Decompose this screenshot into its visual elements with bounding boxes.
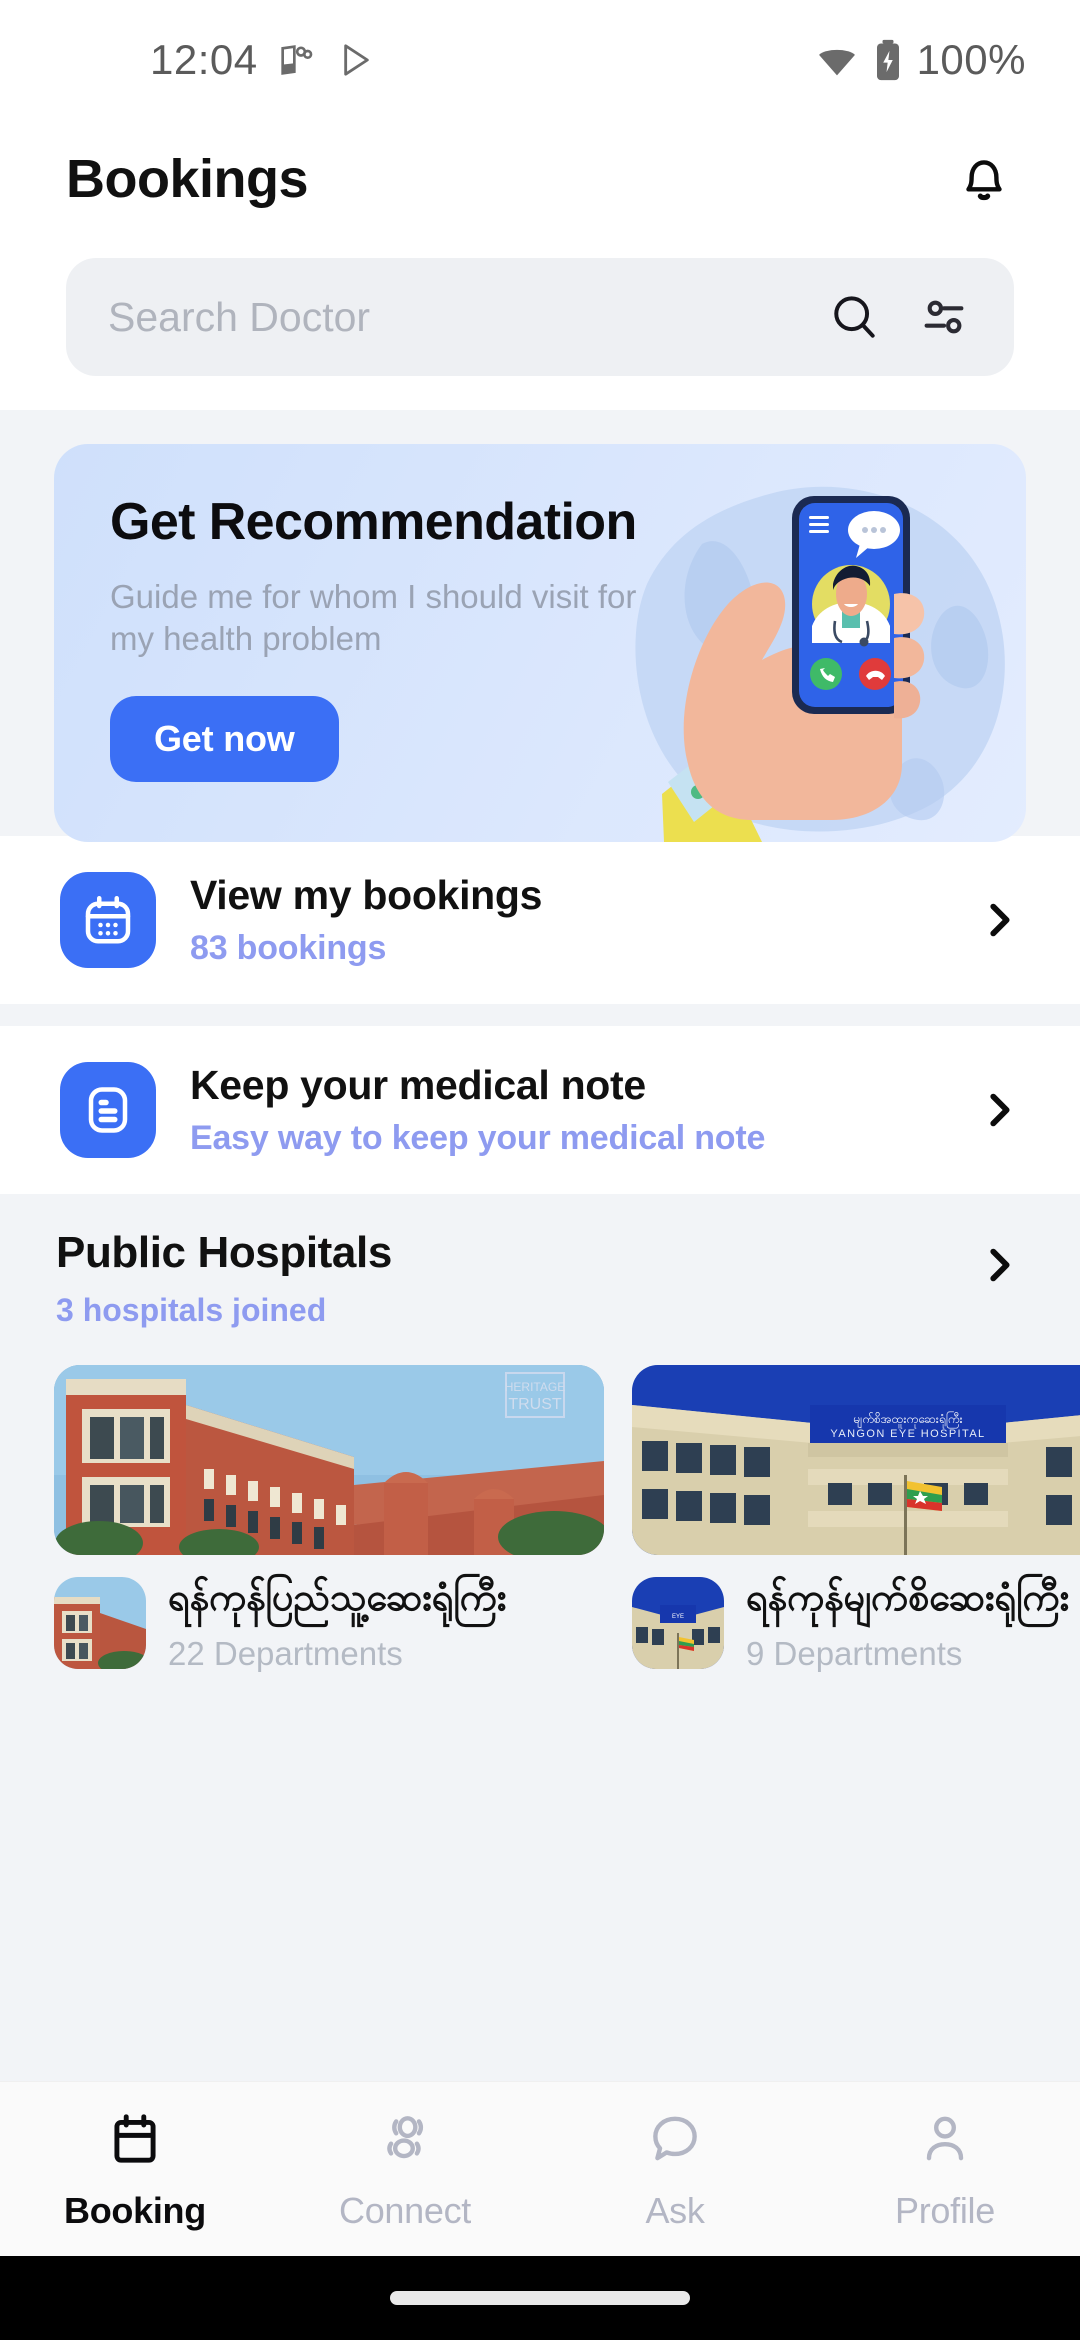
document-note-icon (60, 1062, 156, 1158)
banner-title: Get Recommendation (110, 493, 637, 551)
hospital-card[interactable]: မျက်စိအထူးကုဆေးရုံကြီး YANGON EYE HOSPIT… (632, 1365, 1080, 1673)
public-hospitals-header[interactable]: Public Hospitals 3 hospitals joined (0, 1194, 1080, 1329)
status-bar-left: 12:04 (150, 36, 374, 84)
recommendation-banner-section: Get Recommendation Guide me for whom I s… (0, 410, 1080, 842)
search-section (0, 238, 1080, 410)
hospitals-carousel[interactable]: HERITAGE TRUST ရန်ကုန်ပြည်သူ့ဆေးရုံကြီး … (0, 1329, 1080, 1673)
yangon-general-hospital-photo: HERITAGE TRUST (54, 1365, 604, 1555)
nav-item-ask[interactable]: Ask (540, 2108, 810, 2232)
keep-medical-note-row[interactable]: Keep your medical note Easy way to keep … (0, 1026, 1080, 1194)
app-screen: 12:04 100% Bookings Search Doctor Get Re… (0, 0, 1080, 2340)
row-subtitle: 83 bookings (190, 929, 387, 967)
calendar-icon (60, 872, 156, 968)
hospital-departments: 9 Departments (746, 1635, 963, 1672)
hospitals-title: Public Hospitals (56, 1228, 392, 1277)
nav-item-profile[interactable]: Profile (810, 2108, 1080, 2232)
nav-item-booking[interactable]: Booking (0, 2108, 270, 2232)
search-bar[interactable] (66, 258, 1014, 376)
public-hospitals-section: Public Hospitals 3 hospitals joined HERI… (0, 1194, 1080, 2081)
bottom-navigation: Booking Connect Ask Profile (0, 2081, 1080, 2256)
hospital-card-texts: ရန်ကုန်မျက်စိဆေးရုံကြီး 9 Departments (746, 1573, 1080, 1673)
play-store-icon (334, 40, 374, 80)
svg-text:EYE: EYE (672, 1614, 684, 1620)
row-subtitle: Easy way to keep your medical note (190, 1119, 766, 1157)
status-bar-right: 100% (815, 36, 1026, 84)
home-indicator[interactable] (390, 2291, 690, 2305)
hospital-thumbnail: EYE (632, 1577, 724, 1669)
get-now-button[interactable]: Get now (110, 696, 339, 782)
banner-text-block: Get Recommendation Guide me for whom I s… (110, 492, 670, 659)
nav-label: Connect (339, 2190, 471, 2231)
row-texts: Keep your medical note Easy way to keep … (190, 1062, 938, 1158)
chat-bubble-icon (644, 2108, 706, 2170)
nav-item-connect[interactable]: Connect (270, 2108, 540, 2232)
svg-text:HERITAGE: HERITAGE (505, 1380, 565, 1394)
status-bar-battery-percent: 100% (916, 36, 1026, 83)
bell-icon (953, 148, 1015, 210)
hospital-card[interactable]: HERITAGE TRUST ရန်ကုန်ပြည်သူ့ဆေးရုံကြီး … (54, 1365, 604, 1673)
nav-label: Ask (645, 2190, 705, 2231)
chevron-right-icon[interactable] (972, 1228, 1026, 1288)
gesture-navigation-bar (0, 2256, 1080, 2340)
row-divider (0, 1004, 1080, 1026)
filter-tune-icon[interactable] (912, 285, 976, 349)
status-bar-clock: 12:04 (150, 36, 258, 83)
notification-button[interactable] (944, 139, 1024, 219)
status-bar: 12:04 100% (0, 0, 1080, 120)
view-my-bookings-row[interactable]: View my bookings 83 bookings (0, 836, 1080, 1004)
hospital-name: ရန်ကုန်မျက်စိဆေးရုံကြီး (746, 1577, 1070, 1619)
hospital-card-meta: ရန်ကုန်ပြည်သူ့ဆေးရုံကြီး 22 Departments (54, 1555, 604, 1673)
people-group-icon (374, 2108, 436, 2170)
banner-subtitle: Guide me for whom I should visit for my … (110, 578, 637, 657)
wifi-icon (815, 38, 859, 82)
page-title: Bookings (66, 149, 309, 209)
hospital-card-meta: EYE ရန်ကုန်မျက်စိဆေးရုံကြီး 9 Department… (632, 1555, 1080, 1673)
chevron-right-icon[interactable] (972, 897, 1026, 943)
row-title: Keep your medical note (190, 1062, 646, 1108)
svg-text:TRUST: TRUST (508, 1396, 562, 1413)
app-header: Bookings (0, 120, 1080, 238)
hospital-name: ရန်ကုန်ပြည်သူ့ဆေးရုံကြီး (168, 1577, 507, 1619)
chevron-right-icon[interactable] (972, 1087, 1026, 1133)
book-app-icon (276, 40, 316, 80)
person-icon (914, 2108, 976, 2170)
svg-text:YANGON EYE HOSPITAL: YANGON EYE HOSPITAL (830, 1428, 985, 1440)
hospitals-header-texts: Public Hospitals 3 hospitals joined (56, 1228, 972, 1329)
hospital-departments: 22 Departments (168, 1635, 403, 1672)
recommendation-banner[interactable]: Get Recommendation Guide me for whom I s… (54, 444, 1026, 842)
search-input[interactable] (108, 293, 796, 341)
battery-charging-icon (873, 38, 903, 82)
row-title: View my bookings (190, 872, 543, 918)
hospitals-subtitle: 3 hospitals joined (56, 1292, 327, 1328)
search-icon[interactable] (822, 285, 886, 349)
nav-label: Profile (895, 2190, 995, 2231)
nav-label: Booking (64, 2190, 206, 2231)
row-texts: View my bookings 83 bookings (190, 872, 938, 968)
yangon-eye-hospital-photo: မျက်စိအထူးကုဆေးရုံကြီး YANGON EYE HOSPIT… (632, 1365, 1080, 1555)
calendar-icon (104, 2108, 166, 2170)
hospital-thumbnail (54, 1577, 146, 1669)
hospital-card-texts: ရန်ကုန်ပြည်သူ့ဆေးရုံကြီး 22 Departments (168, 1573, 604, 1673)
